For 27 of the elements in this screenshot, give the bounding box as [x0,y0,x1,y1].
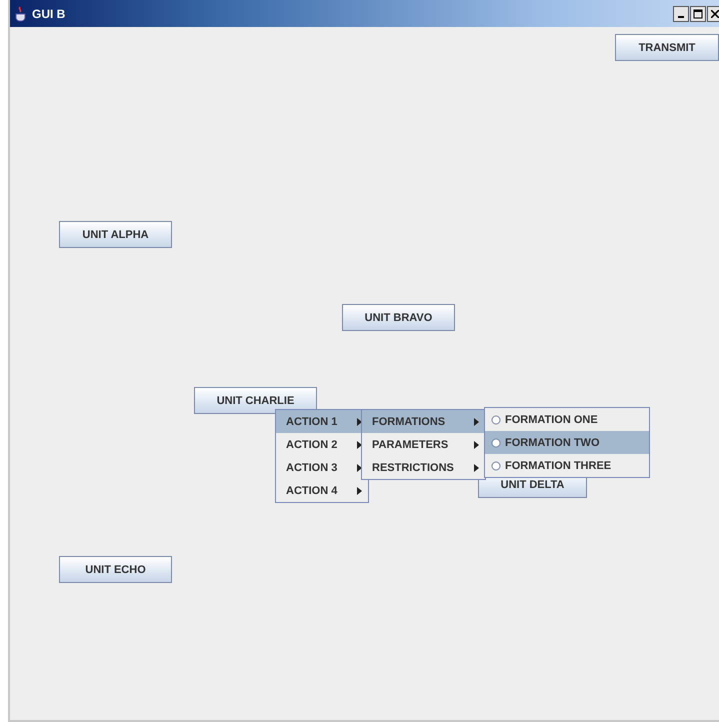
menu-item[interactable]: FORMATION ONE [485,408,649,431]
arrow-icon [474,418,479,426]
minimize-icon [678,16,684,18]
unit-button[interactable]: UNIT ECHO [59,556,172,583]
radio-button[interactable] [491,460,501,470]
cup-icon [14,6,28,22]
radio-button[interactable] [491,438,501,448]
menu-item[interactable]: ACTION 4 [276,479,368,502]
menu-item[interactable]: FORMATIONS [362,410,485,433]
close-icon [711,10,719,18]
arrow-icon [357,464,362,472]
unit-button[interactable]: UNIT BRAVO [342,304,455,331]
unit-button[interactable]: UNIT CHARLIE [194,387,317,414]
window-title: GUI B [32,6,66,20]
menu-item[interactable]: FORMATION TWO [485,431,649,454]
arrow-icon [474,464,479,472]
arrow-icon [357,418,362,426]
unit-button[interactable]: UNIT ALPHA [59,221,172,248]
minimize-button[interactable] [673,6,689,22]
maximize-button[interactable] [690,6,706,22]
arrow-icon [357,486,362,494]
arrow-icon [357,440,362,448]
close-button[interactable] [707,6,719,22]
maximize-icon [693,8,703,18]
arrow-icon [474,440,479,448]
radio-button[interactable] [491,414,501,424]
transmit-button[interactable]: TRANSMIT [615,34,719,61]
